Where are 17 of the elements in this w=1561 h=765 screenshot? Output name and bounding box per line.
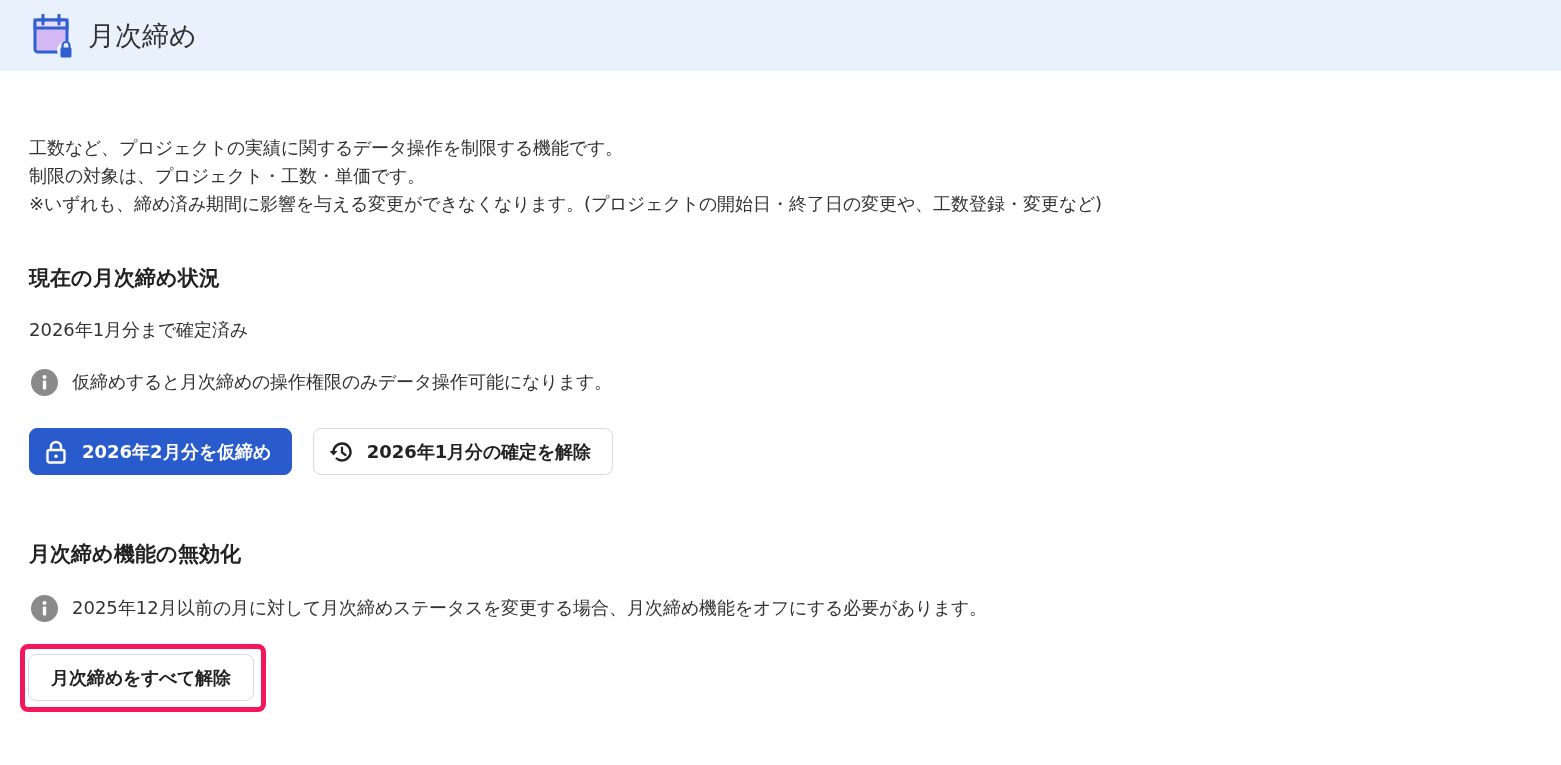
info-icon bbox=[31, 368, 58, 396]
intro-text: 制限の対象は、プロジェクト・工数・単価です。 bbox=[29, 164, 426, 188]
section-heading: 月次締め機能の無効化 bbox=[29, 541, 242, 568]
info-note: 2025年12月以前の月に対して月次締めステータスを変更する場合、月次締め機能をオフにする必要があります。 bbox=[72, 596, 987, 620]
action-button[interactable]: 月次締めをすべて解除 bbox=[28, 654, 254, 701]
intro-text: 工数など、プロジェクトの実績に関するデータ操作を制限する機能です。 bbox=[29, 136, 624, 160]
action-button[interactable]: 2026年1月分の確定を解除 bbox=[312, 428, 614, 475]
calendar-lock-icon bbox=[33, 13, 75, 58]
lock-icon bbox=[46, 439, 66, 464]
info-icon bbox=[31, 594, 58, 622]
section-heading: 現在の月次締め状況 bbox=[29, 265, 221, 292]
history-icon bbox=[328, 440, 353, 463]
page-title: 月次締め bbox=[88, 18, 197, 53]
info-note: 仮締めすると月次締めの操作権限のみデータ操作可能になります。 bbox=[72, 370, 612, 394]
status-text: 2026年1月分まで確定済み bbox=[29, 318, 250, 342]
action-button[interactable]: 2026年2月分を仮締め bbox=[29, 428, 292, 475]
intro-text: ※いずれも、締め済み期間に影響を与える変更ができなくなります。(プロジェクトの開始日・終了日の変更や、工数登録・変更など) bbox=[29, 192, 1104, 216]
